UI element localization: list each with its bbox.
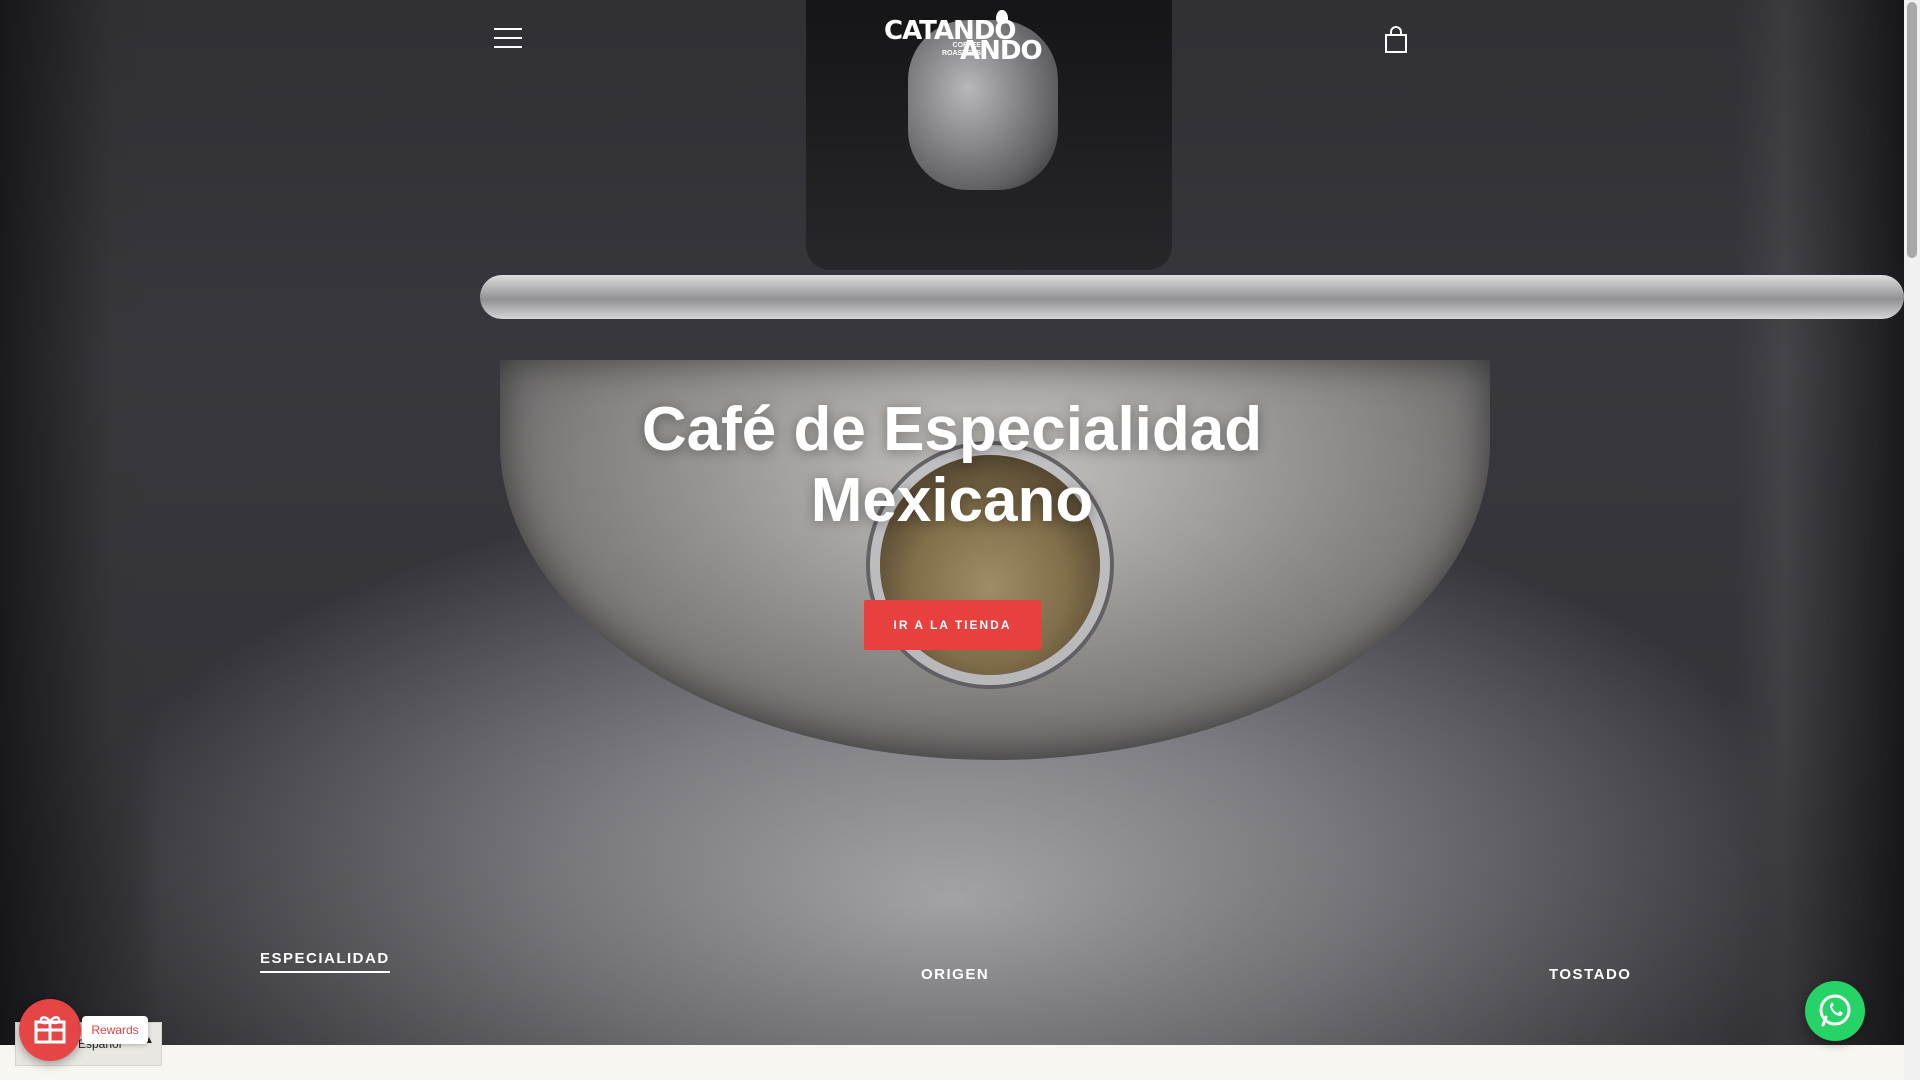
scrollbar-thumb[interactable]	[1907, 2, 1917, 258]
logo-drop-icon	[996, 10, 1008, 24]
tab-tostado[interactable]: TOSTADO	[1549, 966, 1631, 983]
page-scrollbar[interactable]	[1904, 0, 1920, 1080]
tab-especialidad[interactable]: ESPECIALIDAD	[260, 950, 390, 973]
page-bottom-strip	[0, 1045, 1904, 1080]
hamburger-menu-icon[interactable]	[494, 28, 522, 50]
go-to-shop-button[interactable]: IR A LA TIENDA	[864, 600, 1041, 650]
hero-title-line1: Café de Especialidad	[641, 395, 1263, 464]
site-logo[interactable]: CATANDO COFFEE ROASTERS ANDO	[884, 10, 1043, 66]
tab-origen[interactable]: ORIGEN	[921, 966, 989, 983]
hero-title-line2: Mexicano	[810, 466, 1094, 535]
hero-title: Café de Especialidad Mexicano	[552, 394, 1352, 536]
whatsapp-icon[interactable]	[1805, 981, 1865, 1041]
logo-text-bottom: ANDO	[960, 36, 1043, 66]
shopping-bag-icon[interactable]	[1384, 26, 1408, 54]
rewards-label[interactable]: Rewards	[82, 1016, 148, 1044]
gift-icon[interactable]	[19, 999, 81, 1061]
